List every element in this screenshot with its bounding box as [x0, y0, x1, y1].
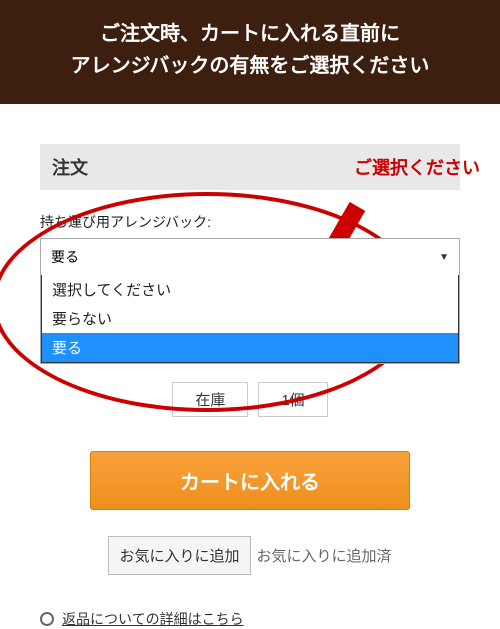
option-placeholder[interactable]: 選択してください	[42, 275, 458, 304]
add-to-cart-button[interactable]: カートに入れる	[90, 451, 410, 510]
select-display[interactable]: 要る ▼	[41, 239, 459, 275]
return-policy-row: 返品についての詳細はこちら	[40, 609, 460, 629]
select-value: 要る	[51, 247, 79, 267]
callout-text: ご選択ください	[354, 154, 480, 180]
option-yes[interactable]: 要る	[42, 333, 458, 362]
arrange-bag-select[interactable]: 要る ▼ 選択してください 要らない 要る	[40, 238, 460, 364]
stock-quantity: 1個	[258, 382, 327, 417]
order-panel: ご選択ください 注文 持ち運び用アレンジバック: 要る ▼ 選択してください 要…	[0, 144, 500, 629]
stock-label: 在庫	[172, 382, 248, 417]
stock-row: 在庫 1個	[40, 382, 460, 417]
favorite-row: お気に入りに追加 お気に入りに追加済	[40, 536, 460, 575]
select-dropdown: 選択してください 要らない 要る	[41, 275, 459, 363]
favorite-added-text: お気に入りに追加済	[257, 545, 392, 566]
add-favorite-button[interactable]: お気に入りに追加	[108, 536, 250, 575]
return-policy-link[interactable]: 返品についての詳細はこちら	[62, 609, 244, 629]
radio-icon[interactable]	[40, 612, 54, 626]
banner-line1: ご注文時、カートに入れる直前に	[10, 18, 490, 50]
instruction-banner: ご注文時、カートに入れる直前に アレンジバックの有無をご選択ください	[0, 0, 500, 104]
option-no[interactable]: 要らない	[42, 304, 458, 333]
banner-line2: アレンジバックの有無をご選択ください	[10, 50, 490, 82]
chevron-down-icon: ▼	[439, 252, 449, 263]
